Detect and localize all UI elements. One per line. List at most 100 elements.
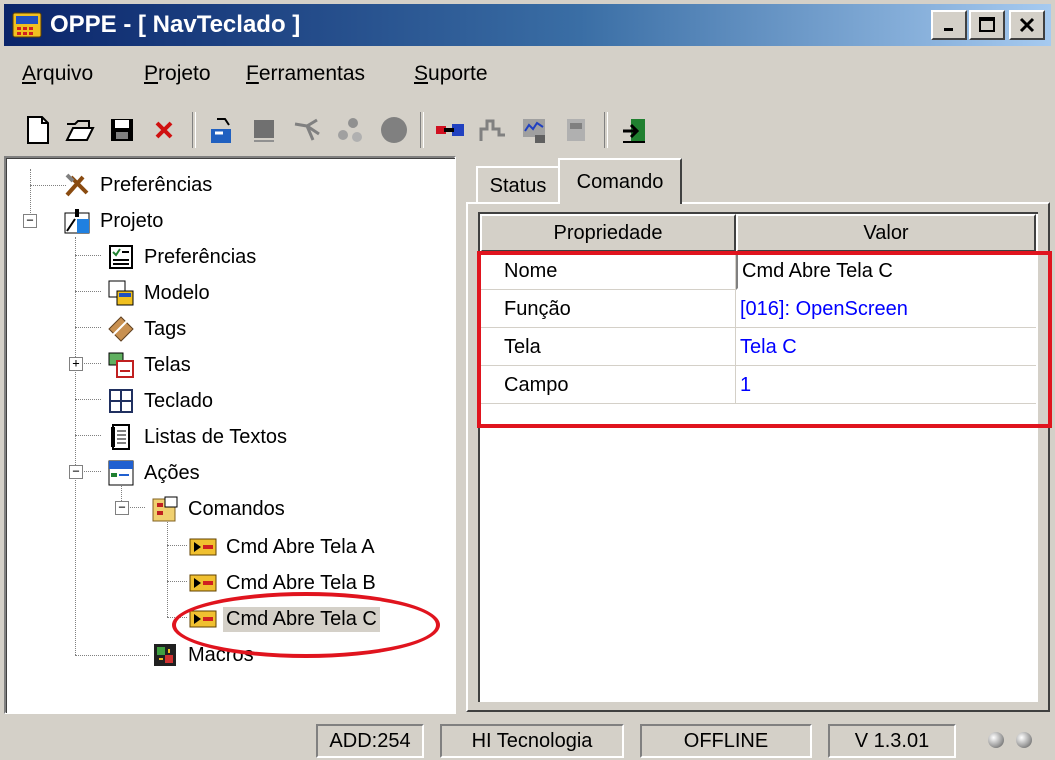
tree-item-label: Macros bbox=[188, 643, 254, 666]
tree-item-label: Comandos bbox=[188, 497, 285, 520]
open-button[interactable] bbox=[62, 112, 98, 148]
close-button[interactable] bbox=[1009, 10, 1045, 40]
menu-suporte[interactable]: Suporte bbox=[414, 62, 488, 86]
tree-item-tags[interactable]: Tags bbox=[107, 313, 189, 345]
collapse-acoes-button[interactable]: − bbox=[69, 465, 83, 479]
campo-value-cell[interactable]: 1 bbox=[736, 366, 1036, 404]
table-row[interactable]: Função [016]: OpenScreen bbox=[480, 290, 1036, 328]
collapse-projeto-button[interactable]: − bbox=[23, 214, 37, 228]
menu-projeto[interactable]: Projeto bbox=[144, 62, 211, 86]
tree-connector bbox=[75, 255, 101, 256]
column-header-valor[interactable]: Valor bbox=[736, 214, 1036, 252]
property-name-cell: Campo bbox=[480, 366, 736, 404]
signal-button[interactable] bbox=[474, 112, 510, 148]
exit-button[interactable] bbox=[616, 112, 652, 148]
tree-item-telas[interactable]: Telas bbox=[107, 349, 194, 381]
tree-item-label: Tags bbox=[144, 317, 187, 340]
project-icon bbox=[64, 209, 90, 234]
save-button[interactable] bbox=[104, 112, 140, 148]
tree-connector bbox=[75, 655, 149, 656]
monitor-button[interactable] bbox=[516, 112, 552, 148]
close-icon bbox=[1019, 17, 1035, 33]
new-button[interactable] bbox=[20, 112, 56, 148]
tree-item-cmd-abre-tela-c[interactable]: Cmd Abre Tela C bbox=[189, 603, 380, 635]
tree-item-label: Teclado bbox=[144, 389, 213, 412]
minimize-icon bbox=[944, 28, 953, 31]
link-icon bbox=[436, 124, 464, 136]
connect-button[interactable] bbox=[290, 112, 326, 148]
tela-value-cell[interactable]: Tela C bbox=[736, 328, 1036, 366]
tree-item-teclado[interactable]: Teclado bbox=[107, 385, 216, 417]
transfer-icon bbox=[211, 118, 231, 143]
delete-icon bbox=[155, 121, 173, 139]
commands-icon bbox=[152, 496, 178, 522]
menu-ferramentas[interactable]: Ferramentas bbox=[246, 62, 365, 86]
status-led-icon bbox=[988, 732, 1004, 748]
nome-value-input[interactable]: Cmd Abre Tela C bbox=[736, 252, 1036, 290]
exit-icon bbox=[623, 119, 645, 143]
tree-connector bbox=[75, 237, 76, 655]
tree-connector bbox=[167, 617, 187, 618]
device-button[interactable] bbox=[558, 112, 594, 148]
title-bar[interactable]: OPPE - [ NavTeclado ] bbox=[4, 4, 1051, 46]
command-icon bbox=[189, 574, 217, 592]
tree-item-macros[interactable]: Macros bbox=[151, 639, 257, 671]
save-icon bbox=[111, 119, 133, 141]
module-button[interactable] bbox=[246, 112, 282, 148]
table-row[interactable]: Nome Cmd Abre Tela C bbox=[480, 252, 1036, 290]
table-row[interactable]: Tela Tela C bbox=[480, 328, 1036, 366]
tree-item-listas-de-textos[interactable]: Listas de Textos bbox=[107, 421, 290, 453]
tab-comando[interactable]: Comando bbox=[558, 158, 682, 204]
toolbar-separator bbox=[192, 112, 196, 148]
window-title: OPPE - [ NavTeclado ] bbox=[50, 11, 301, 38]
new-file-icon bbox=[27, 116, 49, 144]
tree-connector bbox=[75, 435, 101, 436]
tree-item-acoes[interactable]: Ações bbox=[107, 457, 203, 489]
toolbar-separator bbox=[604, 112, 608, 148]
tree-connector bbox=[75, 399, 101, 400]
tree-item-label: Preferências bbox=[144, 245, 257, 268]
maximize-button[interactable] bbox=[969, 10, 1005, 40]
network-button[interactable] bbox=[332, 112, 368, 148]
funcao-value-cell[interactable]: [016]: OpenScreen bbox=[736, 290, 1036, 328]
screens-icon bbox=[108, 352, 134, 378]
column-header-propriedade[interactable]: Propriedade bbox=[480, 214, 736, 252]
delete-button[interactable] bbox=[146, 112, 182, 148]
stop-button[interactable] bbox=[376, 112, 412, 148]
tree-item-label: Cmd Abre Tela C bbox=[223, 606, 380, 632]
tree-item-label: Telas bbox=[144, 353, 191, 376]
tools-icon bbox=[65, 173, 89, 197]
tags-icon bbox=[108, 316, 134, 342]
tree-item-modelo[interactable]: Modelo bbox=[107, 277, 213, 309]
tree-item-preferencias-root[interactable]: Preferências bbox=[63, 169, 215, 201]
status-version: V 1.3.01 bbox=[828, 724, 956, 758]
tab-status[interactable]: Status bbox=[476, 166, 560, 204]
tree-item-comandos[interactable]: Comandos bbox=[151, 493, 288, 525]
table-row[interactable]: Campo 1 bbox=[480, 366, 1036, 404]
tree-connector bbox=[75, 327, 101, 328]
keyboard-icon bbox=[109, 389, 133, 413]
expand-telas-button[interactable]: + bbox=[69, 357, 83, 371]
property-name-cell: Nome bbox=[480, 252, 736, 290]
tree-item-cmd-abre-tela-a[interactable]: Cmd Abre Tela A bbox=[189, 531, 378, 563]
tree-item-cmd-abre-tela-b[interactable]: Cmd Abre Tela B bbox=[189, 567, 379, 599]
minimize-button[interactable] bbox=[931, 10, 967, 40]
transfer-button[interactable] bbox=[204, 112, 240, 148]
tree-connector bbox=[30, 169, 31, 219]
tree-item-label: Cmd Abre Tela A bbox=[226, 535, 375, 558]
tree-item-label: Listas de Textos bbox=[144, 425, 288, 448]
status-bar: ADD:254 HI Tecnologia OFFLINE V 1.3.01 bbox=[0, 720, 1055, 760]
tree-item-label: Preferências bbox=[100, 173, 213, 196]
device-icon bbox=[567, 119, 585, 141]
app-icon bbox=[12, 12, 42, 38]
link-button[interactable] bbox=[432, 112, 468, 148]
menu-bar: Arquivo Projeto Ferramentas Suporte bbox=[4, 60, 1051, 92]
project-tree[interactable]: − + − − Preferências Projeto Preferência… bbox=[4, 156, 456, 714]
stop-icon bbox=[381, 117, 407, 143]
collapse-comandos-button[interactable]: − bbox=[115, 501, 129, 515]
tree-item-preferencias[interactable]: Preferências bbox=[107, 241, 259, 273]
property-grid: Propriedade Valor Nome Cmd Abre Tela C F… bbox=[478, 212, 1038, 702]
text-list-icon bbox=[111, 424, 130, 450]
tree-item-projeto[interactable]: Projeto bbox=[63, 205, 166, 237]
menu-arquivo[interactable]: Arquivo bbox=[22, 62, 93, 86]
